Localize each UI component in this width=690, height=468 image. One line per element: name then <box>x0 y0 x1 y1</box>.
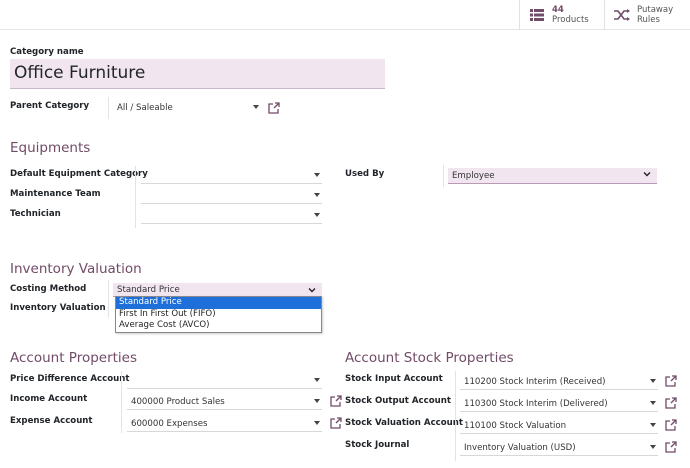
external-link-icon[interactable] <box>665 419 677 431</box>
equipments-section-title: Equipments <box>10 140 91 156</box>
stock-input-account-value: 110200 Stock Interim (Received) <box>464 377 606 387</box>
stock-valuation-account-value: 110100 Stock Valuation <box>464 421 567 431</box>
putaway-rules-smart-button[interactable]: Putaway Rules <box>604 0 690 30</box>
stock-output-account-select[interactable]: 110300 Stock Interim (Delivered) <box>460 396 658 412</box>
default-equipment-category-label: Default Equipment Category <box>10 169 148 179</box>
category-name-label: Category name <box>10 47 84 57</box>
stock-input-account-label: Stock Input Account <box>345 374 443 384</box>
stock-valuation-account-label: Stock Valuation Account <box>345 418 464 428</box>
costing-option-avco[interactable]: Average Cost (AVCO) <box>116 320 321 332</box>
costing-method-select[interactable]: Standard Price <box>113 283 322 297</box>
used-by-select[interactable]: Employee <box>448 168 657 184</box>
caret-down-icon <box>314 399 320 403</box>
external-link-icon[interactable] <box>330 395 342 407</box>
caret-down-icon <box>314 378 320 382</box>
external-link-icon[interactable] <box>665 375 677 387</box>
divider <box>108 280 109 318</box>
putaway-label-line1: Putaway <box>637 5 674 15</box>
top-button-bar: 44 Products Putaway Rules <box>0 0 690 30</box>
default-equipment-category-select[interactable] <box>141 168 322 184</box>
expense-account-value: 600000 Expenses <box>131 419 208 429</box>
products-smart-button[interactable]: 44 Products <box>519 0 604 30</box>
external-link-icon[interactable] <box>665 397 677 409</box>
products-label: Products <box>552 15 589 25</box>
parent-category-value: All / Saleable <box>117 103 173 113</box>
income-account-value: 400000 Product Sales <box>131 397 225 407</box>
maintenance-team-label: Maintenance Team <box>10 189 101 199</box>
list-icon <box>528 6 546 24</box>
caret-down-icon <box>253 105 259 109</box>
caret-down-icon <box>650 401 656 405</box>
chevron-down-icon <box>643 172 651 177</box>
stock-output-account-label: Stock Output Account <box>345 396 451 406</box>
parent-category-label: Parent Category <box>10 101 90 111</box>
divider <box>108 97 109 119</box>
expense-account-select[interactable]: 600000 Expenses <box>127 416 322 432</box>
chevron-down-icon <box>308 288 316 293</box>
caret-down-icon <box>650 379 656 383</box>
account-properties-section-title: Account Properties <box>10 350 138 366</box>
account-stock-properties-section-title: Account Stock Properties <box>345 350 514 366</box>
costing-method-label: Costing Method <box>10 284 87 294</box>
divider <box>443 165 444 187</box>
technician-select[interactable] <box>141 208 322 224</box>
inventory-valuation-label: Inventory Valuation <box>10 303 106 313</box>
costing-option-fifo[interactable]: First In First Out (FIFO) <box>116 309 321 321</box>
price-difference-account-select[interactable] <box>127 373 322 389</box>
caret-down-icon <box>314 173 320 177</box>
parent-category-select[interactable]: All / Saleable <box>113 100 261 116</box>
expense-account-label: Expense Account <box>10 416 93 426</box>
shuffle-icon <box>613 6 631 24</box>
technician-label: Technician <box>10 209 61 219</box>
stock-input-account-select[interactable]: 110200 Stock Interim (Received) <box>460 374 658 390</box>
costing-method-dropdown[interactable]: Standard Price First In First Out (FIFO)… <box>115 296 322 333</box>
income-account-label: Income Account <box>10 394 88 404</box>
stock-journal-select[interactable]: Inventory Valuation (USD) <box>460 440 658 456</box>
external-link-icon[interactable] <box>665 441 677 453</box>
caret-down-icon <box>314 421 320 425</box>
divider <box>455 371 456 461</box>
inventory-valuation-section-title: Inventory Valuation <box>10 261 142 277</box>
external-link-icon[interactable] <box>330 417 342 429</box>
used-by-label: Used By <box>345 169 385 179</box>
stock-output-account-value: 110300 Stock Interim (Delivered) <box>464 399 608 409</box>
products-count: 44 <box>552 5 564 15</box>
caret-down-icon <box>650 423 656 427</box>
costing-method-value: Standard Price <box>117 285 180 295</box>
category-name-input[interactable]: Office Furniture <box>10 59 385 89</box>
external-link-icon[interactable] <box>268 102 280 114</box>
divider <box>121 371 122 433</box>
price-difference-account-label: Price Difference Account <box>10 374 130 384</box>
income-account-select[interactable]: 400000 Product Sales <box>127 394 322 410</box>
caret-down-icon <box>314 193 320 197</box>
maintenance-team-select[interactable] <box>141 188 322 204</box>
stock-journal-label: Stock Journal <box>345 440 410 450</box>
caret-down-icon <box>314 213 320 217</box>
used-by-value: Employee <box>452 171 495 181</box>
caret-down-icon <box>650 445 656 449</box>
stock-valuation-account-select[interactable]: 110100 Stock Valuation <box>460 418 658 434</box>
divider <box>135 166 136 228</box>
putaway-label-line2: Rules <box>637 15 660 25</box>
stock-journal-value: Inventory Valuation (USD) <box>464 443 576 453</box>
costing-option-standard-price[interactable]: Standard Price <box>116 297 321 309</box>
